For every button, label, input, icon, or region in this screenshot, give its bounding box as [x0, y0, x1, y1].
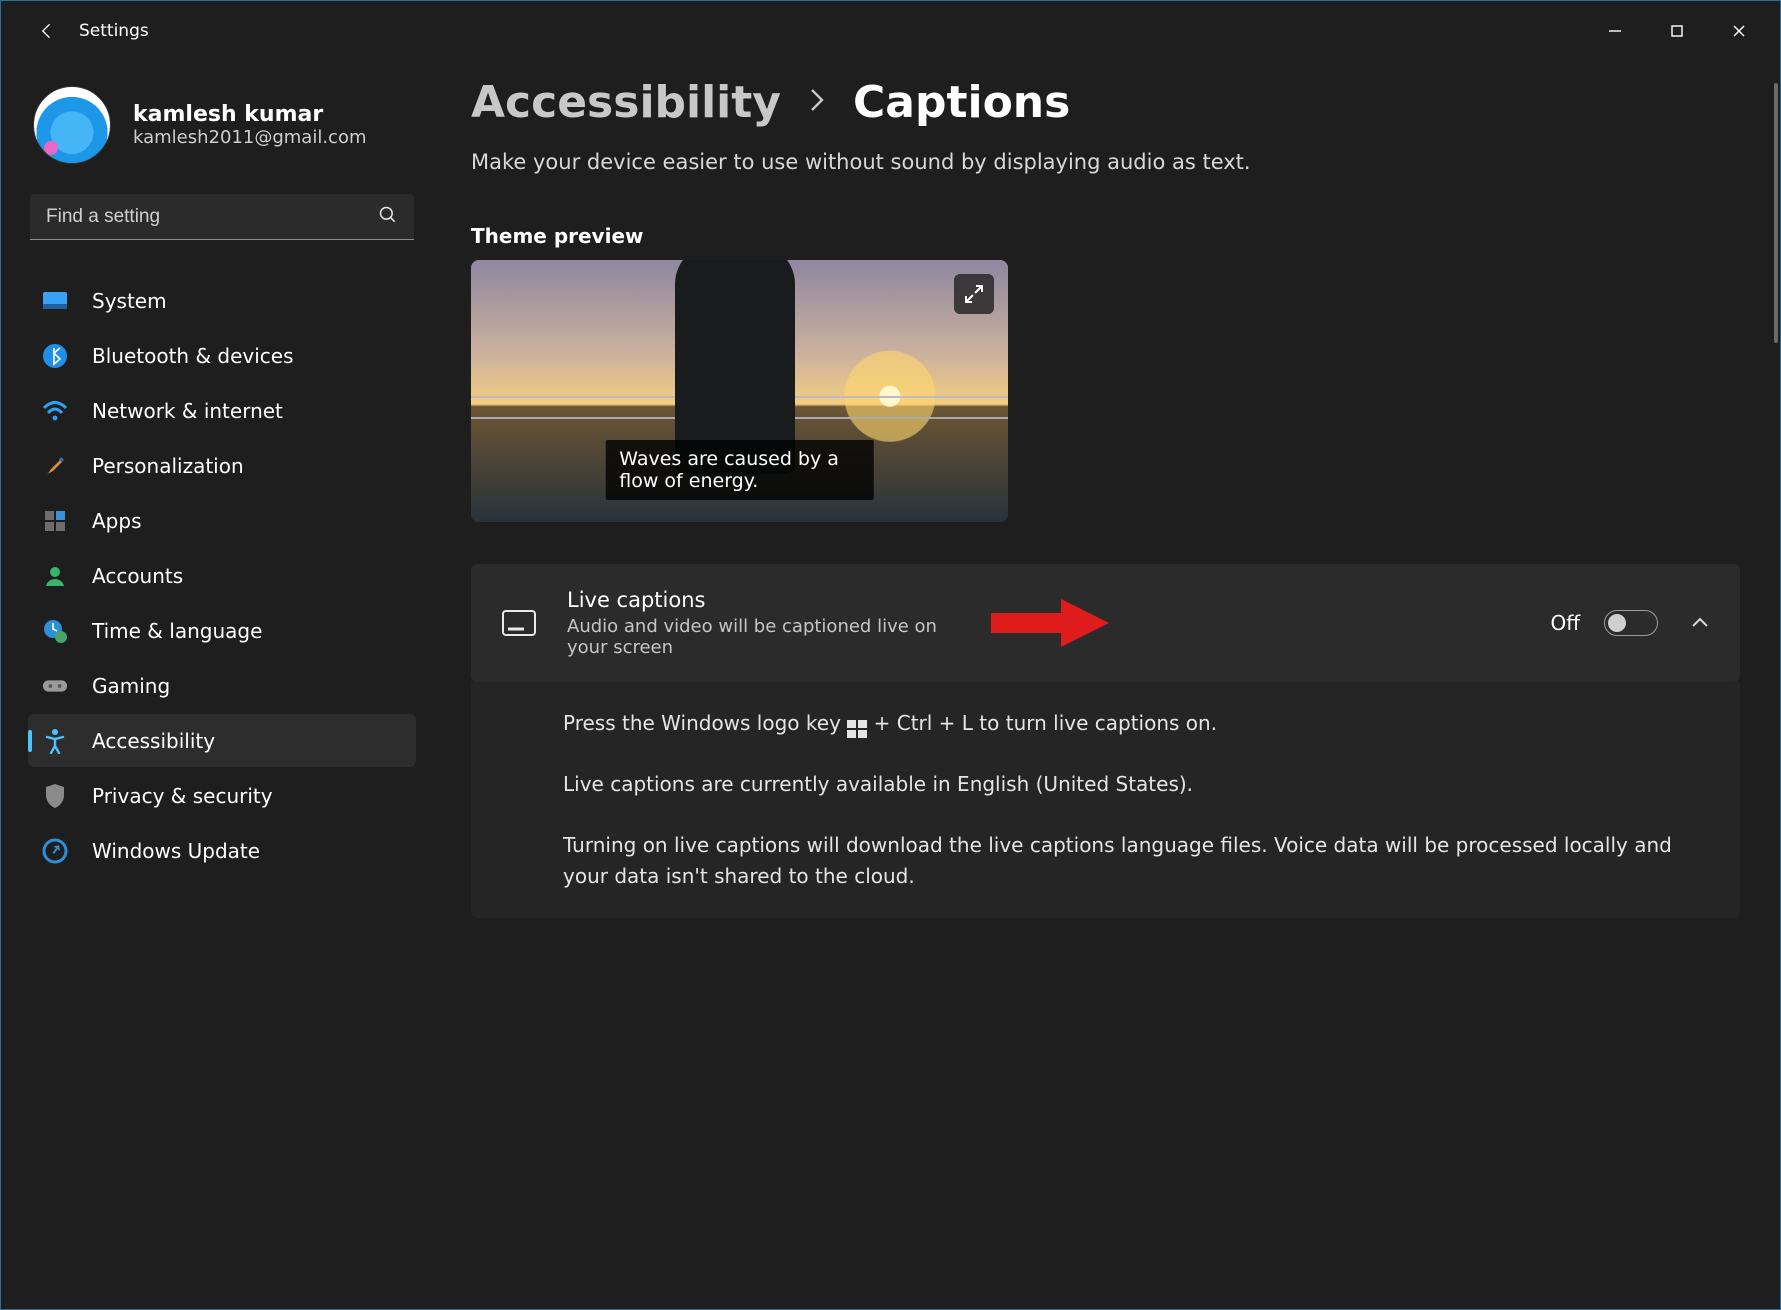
- search-box[interactable]: [30, 194, 414, 240]
- info-line-1: Press the Windows logo key + Ctrl + L to…: [563, 708, 1710, 739]
- apps-icon: [42, 508, 68, 534]
- sidebar-item-system[interactable]: System: [28, 274, 416, 327]
- minimize-button[interactable]: [1584, 11, 1646, 51]
- nav-list: System Bluetooth & devices Network & int…: [28, 274, 416, 877]
- sidebar-item-label: Bluetooth & devices: [92, 344, 294, 368]
- shield-icon: [42, 783, 68, 809]
- info-line-2: Live captions are currently available in…: [563, 769, 1710, 800]
- scrollbar[interactable]: [1774, 83, 1778, 343]
- card-description: Audio and video will be captioned live o…: [567, 616, 947, 658]
- content-area: Accessibility Captions Make your device …: [431, 61, 1780, 1309]
- sidebar-item-label: Personalization: [92, 454, 244, 478]
- sidebar-item-label: System: [92, 289, 167, 313]
- theme-preview-label: Theme preview: [471, 224, 1740, 248]
- breadcrumb-current: Captions: [853, 77, 1070, 128]
- toggle-state-label: Off: [1550, 611, 1580, 635]
- sidebar: kamlesh kumar kamlesh2011@gmail.com Syst…: [1, 61, 431, 1309]
- wifi-icon: [42, 398, 68, 424]
- sidebar-item-label: Accessibility: [92, 729, 215, 753]
- app-title: Settings: [79, 21, 149, 41]
- sidebar-item-label: Gaming: [92, 674, 170, 698]
- live-captions-card[interactable]: Live captions Audio and video will be ca…: [471, 564, 1740, 682]
- sidebar-item-bluetooth[interactable]: Bluetooth & devices: [28, 329, 416, 382]
- annotation-arrow: [991, 593, 1111, 653]
- titlebar: Settings: [1, 1, 1780, 61]
- profile-email: kamlesh2011@gmail.com: [133, 127, 367, 148]
- accessibility-icon: [42, 728, 68, 754]
- page-description: Make your device easier to use without s…: [471, 150, 1740, 174]
- windows-logo-icon: [847, 716, 867, 734]
- breadcrumb-parent[interactable]: Accessibility: [471, 77, 781, 128]
- update-icon: [42, 838, 68, 864]
- sidebar-item-accounts[interactable]: Accounts: [28, 549, 416, 602]
- preview-caption: Waves are caused by a flow of energy.: [605, 440, 874, 500]
- search-icon: [378, 205, 398, 229]
- profile-block[interactable]: kamlesh kumar kamlesh2011@gmail.com: [28, 86, 416, 194]
- chevron-up-icon[interactable]: [1690, 614, 1710, 633]
- paintbrush-icon: [42, 453, 68, 479]
- info-line-3: Turning on live captions will download t…: [563, 830, 1710, 892]
- back-button[interactable]: [37, 21, 57, 41]
- card-title: Live captions: [567, 588, 947, 612]
- profile-name: kamlesh kumar: [133, 102, 367, 127]
- bluetooth-icon: [42, 343, 68, 369]
- sidebar-item-label: Windows Update: [92, 839, 260, 863]
- active-indicator: [28, 730, 32, 752]
- captions-icon: [501, 609, 537, 637]
- person-icon: [42, 563, 68, 589]
- sidebar-item-privacy[interactable]: Privacy & security: [28, 769, 416, 822]
- sidebar-item-accessibility[interactable]: Accessibility: [28, 714, 416, 767]
- sidebar-item-personalization[interactable]: Personalization: [28, 439, 416, 492]
- expand-preview-button[interactable]: [954, 274, 994, 314]
- live-captions-info: Press the Windows logo key + Ctrl + L to…: [471, 682, 1740, 918]
- gamepad-icon: [42, 673, 68, 699]
- avatar: [33, 86, 111, 164]
- sidebar-item-label: Privacy & security: [92, 784, 273, 808]
- sidebar-item-label: Time & language: [92, 619, 262, 643]
- sidebar-item-label: Network & internet: [92, 399, 283, 423]
- sidebar-item-gaming[interactable]: Gaming: [28, 659, 416, 712]
- sidebar-item-time-language[interactable]: Time & language: [28, 604, 416, 657]
- sidebar-item-label: Apps: [92, 509, 142, 533]
- breadcrumb: Accessibility Captions: [471, 77, 1740, 128]
- maximize-button[interactable]: [1646, 11, 1708, 51]
- search-input[interactable]: [30, 206, 414, 228]
- close-button[interactable]: [1708, 11, 1770, 51]
- clock-globe-icon: [42, 618, 68, 644]
- monitor-icon: [42, 288, 68, 314]
- live-captions-toggle[interactable]: [1604, 610, 1658, 636]
- chevron-right-icon: [807, 84, 827, 122]
- sidebar-item-network[interactable]: Network & internet: [28, 384, 416, 437]
- theme-preview: Waves are caused by a flow of energy.: [471, 260, 1008, 522]
- sidebar-item-windows-update[interactable]: Windows Update: [28, 824, 416, 877]
- sidebar-item-label: Accounts: [92, 564, 183, 588]
- sidebar-item-apps[interactable]: Apps: [28, 494, 416, 547]
